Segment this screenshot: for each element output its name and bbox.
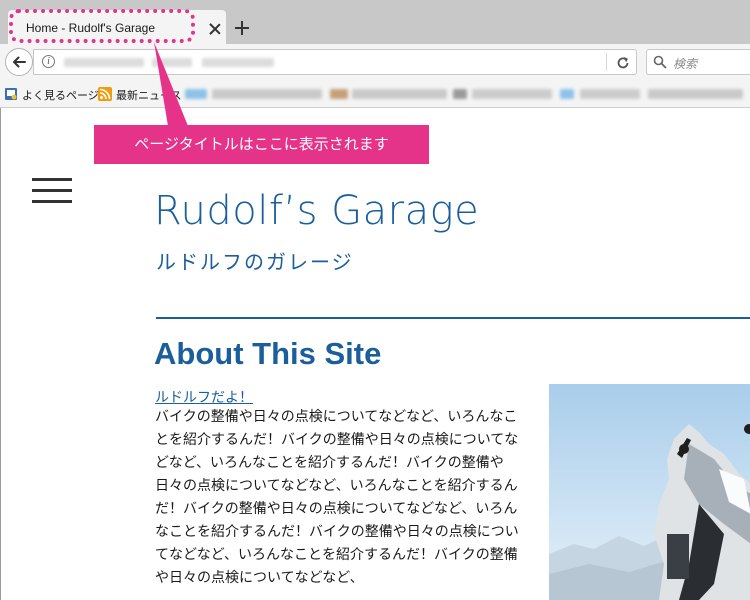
bookmark-label: よく見るページ (22, 89, 99, 102)
article-link[interactable]: ルドルフだよ！ (155, 387, 253, 407)
url-bar[interactable]: i (33, 49, 637, 75)
motorcycle-photo (549, 384, 750, 600)
reload-icon[interactable] (614, 54, 632, 72)
hamburger-menu-icon[interactable] (32, 178, 72, 203)
bookmark-blurred (580, 89, 640, 99)
browser-window: Home - Rudolf's Garage i 検索 よく見るページ 最新ニュ… (0, 0, 750, 600)
search-bar[interactable]: 検索 (646, 49, 750, 75)
site-title[interactable]: Rudolf’s Garage (154, 188, 479, 234)
bookmark-page-icon (5, 88, 17, 100)
rss-feed-icon (98, 87, 112, 101)
new-tab-plus-icon[interactable] (234, 20, 250, 36)
bookmark-blurred (560, 89, 574, 99)
section-heading: About This Site (154, 336, 382, 371)
url-text-blurred (202, 58, 274, 67)
bookmarks-toolbar: よく見るページ 最新ニュース (0, 80, 750, 108)
site-subtitle: ルドルフのガレージ (156, 250, 354, 274)
bookmark-blurred (212, 89, 322, 99)
web-page: Rudolf’s Garage ルドルフのガレージ About This Sit… (0, 108, 750, 600)
annotation-callout: ページタイトルはここに表示されます (94, 125, 429, 164)
tab-close-icon[interactable] (208, 22, 222, 36)
url-bar-separator (606, 53, 607, 71)
tab-title-highlight (9, 9, 195, 43)
back-arrow-icon (13, 56, 26, 68)
tab-strip: Home - Rudolf's Garage (0, 0, 750, 44)
bookmark-blurred (330, 89, 348, 99)
url-text-blurred (64, 58, 144, 67)
article-body-text: バイクの整備や日々の点検についてなどなど、いろんなことを紹介するんだ！バイクの整… (155, 409, 519, 586)
search-placeholder: 検索 (673, 57, 698, 71)
bookmark-label: 最新ニュース (116, 89, 182, 102)
search-icon (653, 55, 667, 69)
url-text-blurred (152, 58, 192, 67)
bookmark-blurred (472, 89, 552, 99)
bookmark-blurred (648, 89, 743, 99)
site-info-icon[interactable]: i (42, 55, 55, 68)
back-button[interactable] (5, 48, 33, 76)
navigation-bar: i 検索 (0, 44, 750, 80)
bookmark-blurred (185, 89, 207, 99)
bookmark-blurred (352, 89, 447, 99)
header-divider (156, 317, 750, 319)
bookmark-blurred (453, 89, 467, 99)
